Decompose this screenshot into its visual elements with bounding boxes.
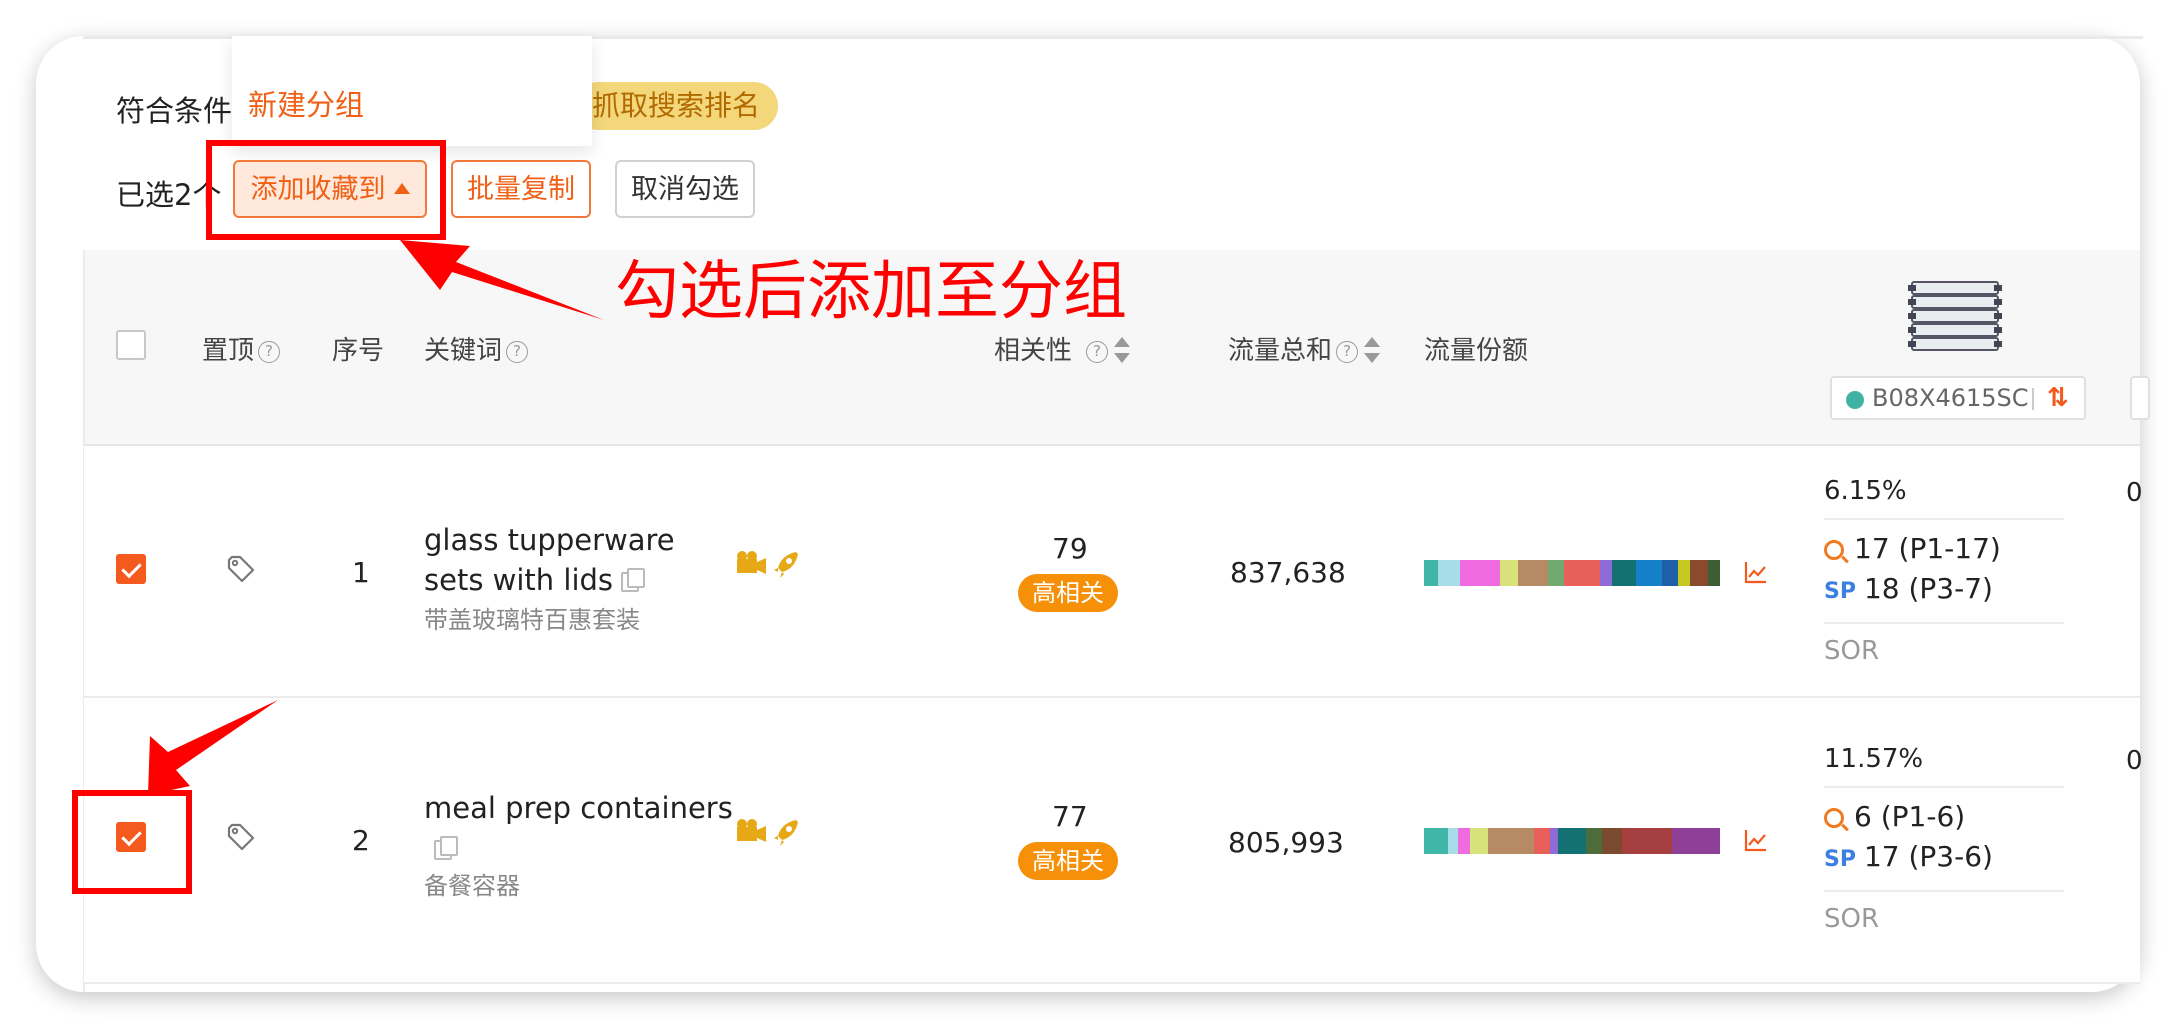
- annotation-arrows: [148, 240, 604, 795]
- annotation-text: 勾选后添加至分组: [615, 255, 1127, 329]
